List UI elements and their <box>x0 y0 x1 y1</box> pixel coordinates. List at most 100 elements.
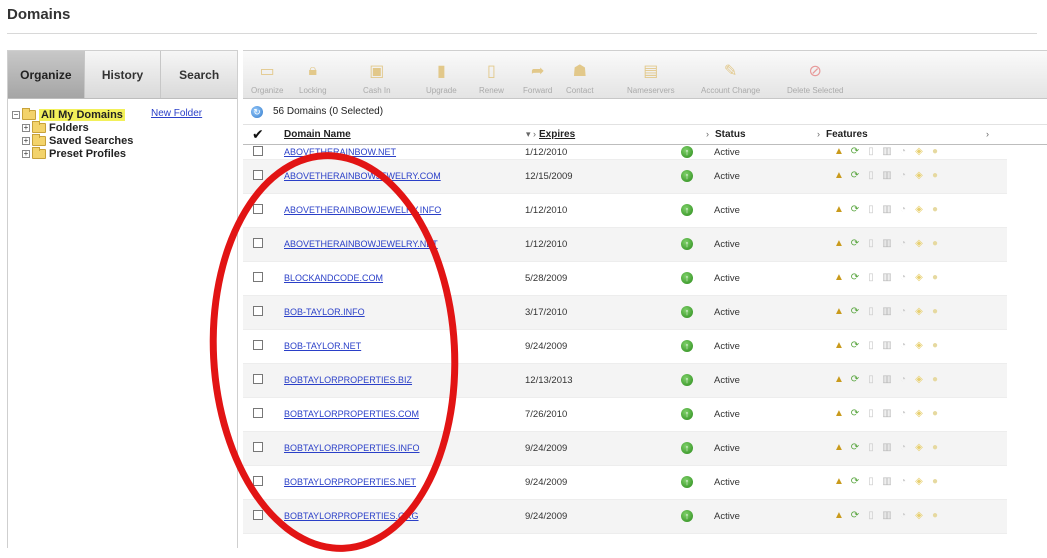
shield-icon[interactable]: ◈ <box>913 442 925 454</box>
domain-name-link[interactable]: BOB-TAYLOR.NET <box>284 341 361 351</box>
nameserver-book-icon[interactable]: ▥ <box>881 306 893 318</box>
lock-icon[interactable]: ▲ <box>833 238 845 250</box>
nameserver-book-icon[interactable]: ▥ <box>881 146 893 158</box>
row-checkbox[interactable] <box>253 238 263 248</box>
cash-in-button[interactable]: ▣ Cash In <box>363 57 391 95</box>
tree-node-label[interactable]: Folders <box>49 122 89 134</box>
new-folder-link[interactable]: New Folder <box>151 108 202 119</box>
domain-name-link[interactable]: BLOCKANDCODE.COM <box>284 273 383 283</box>
forwarding-icon[interactable]: ▯ <box>865 340 877 352</box>
nameserver-book-icon[interactable]: ▥ <box>881 510 893 522</box>
auto-renew-icon[interactable]: ⟳ <box>849 272 861 284</box>
domain-name-link[interactable]: ABOVETHERAINBOWJEWELRY.NET <box>284 239 438 249</box>
nameserver-book-icon[interactable]: ▥ <box>881 238 893 250</box>
domain-name-link[interactable]: BOBTAYLORPROPERTIES.INFO <box>284 443 420 453</box>
key-icon[interactable]: ◔ <box>897 238 909 250</box>
expand-icon[interactable]: + <box>22 136 30 145</box>
row-checkbox[interactable] <box>253 146 263 156</box>
lock-icon[interactable]: ▲ <box>833 340 845 352</box>
shield-icon[interactable]: ◈ <box>913 476 925 488</box>
tree-node-folders[interactable]: + Folders <box>8 120 237 134</box>
private-registration-icon[interactable]: ● <box>929 170 941 182</box>
row-checkbox[interactable] <box>253 170 263 180</box>
shield-icon[interactable]: ◈ <box>913 510 925 522</box>
auto-renew-icon[interactable]: ⟳ <box>849 146 861 158</box>
tree-node-saved-searches[interactable]: + Saved Searches <box>8 133 237 147</box>
forwarding-icon[interactable]: ▯ <box>865 374 877 386</box>
refresh-icon[interactable]: ↻ <box>251 105 263 118</box>
private-registration-icon[interactable]: ● <box>929 374 941 386</box>
key-icon[interactable]: ◔ <box>897 146 909 158</box>
key-icon[interactable]: ◔ <box>897 374 909 386</box>
tab-search[interactable]: Search <box>161 51 237 98</box>
auto-renew-icon[interactable]: ⟳ <box>849 442 861 454</box>
row-checkbox[interactable] <box>253 204 263 214</box>
tree-node-label[interactable]: Saved Searches <box>49 135 133 147</box>
account-change-button[interactable]: ✎ Account Change <box>701 57 760 95</box>
shield-icon[interactable]: ◈ <box>913 204 925 216</box>
delete-selected-button[interactable]: ⊘ Delete Selected <box>787 57 843 95</box>
private-registration-icon[interactable]: ● <box>929 510 941 522</box>
forwarding-icon[interactable]: ▯ <box>865 408 877 420</box>
locking-button[interactable]: 🔒︎ Locking <box>299 57 327 95</box>
lock-icon[interactable]: ▲ <box>833 374 845 386</box>
key-icon[interactable]: ◔ <box>897 340 909 352</box>
key-icon[interactable]: ◔ <box>897 170 909 182</box>
shield-icon[interactable]: ◈ <box>913 340 925 352</box>
row-checkbox[interactable] <box>253 442 263 452</box>
column-separator-icon[interactable]: › <box>817 129 820 139</box>
private-registration-icon[interactable]: ● <box>929 408 941 420</box>
key-icon[interactable]: ◔ <box>897 442 909 454</box>
tab-organize[interactable]: Organize <box>8 51 85 98</box>
nameserver-book-icon[interactable]: ▥ <box>881 340 893 352</box>
tree-node-all-domains[interactable]: − All My Domains <box>8 107 237 121</box>
auto-renew-icon[interactable]: ⟳ <box>849 238 861 250</box>
key-icon[interactable]: ◔ <box>897 408 909 420</box>
forwarding-icon[interactable]: ▯ <box>865 272 877 284</box>
private-registration-icon[interactable]: ● <box>929 306 941 318</box>
key-icon[interactable]: ◔ <box>897 510 909 522</box>
nameserver-book-icon[interactable]: ▥ <box>881 170 893 182</box>
forwarding-icon[interactable]: ▯ <box>865 170 877 182</box>
auto-renew-icon[interactable]: ⟳ <box>849 340 861 352</box>
shield-icon[interactable]: ◈ <box>913 306 925 318</box>
shield-icon[interactable]: ◈ <box>913 374 925 386</box>
lock-icon[interactable]: ▲ <box>833 510 845 522</box>
key-icon[interactable]: ◔ <box>897 272 909 284</box>
row-checkbox[interactable] <box>253 476 263 486</box>
lock-icon[interactable]: ▲ <box>833 272 845 284</box>
col-features[interactable]: Features <box>826 129 868 140</box>
nameserver-book-icon[interactable]: ▥ <box>881 442 893 454</box>
domain-name-link[interactable]: ABOVETHERAINBOWJEWELRY.INFO <box>284 205 441 215</box>
lock-icon[interactable]: ▲ <box>833 204 845 216</box>
auto-renew-icon[interactable]: ⟳ <box>849 374 861 386</box>
domain-name-link[interactable]: ABOVETHERAINBOWJEWELRY.COM <box>284 171 441 181</box>
expand-icon[interactable]: + <box>22 149 30 158</box>
nameserver-book-icon[interactable]: ▥ <box>881 408 893 420</box>
auto-renew-icon[interactable]: ⟳ <box>849 204 861 216</box>
nameserver-book-icon[interactable]: ▥ <box>881 476 893 488</box>
col-domain-name[interactable]: Domain Name <box>284 129 351 140</box>
private-registration-icon[interactable]: ● <box>929 476 941 488</box>
tab-history[interactable]: History <box>85 51 162 98</box>
row-checkbox[interactable] <box>253 408 263 418</box>
domain-name-link[interactable]: BOBTAYLORPROPERTIES.BIZ <box>284 375 412 385</box>
auto-renew-icon[interactable]: ⟳ <box>849 476 861 488</box>
sort-arrows-icon[interactable]: ▾ › <box>526 129 536 140</box>
nameserver-book-icon[interactable]: ▥ <box>881 204 893 216</box>
nameservers-button[interactable]: ▤ Nameservers <box>627 57 675 95</box>
shield-icon[interactable]: ◈ <box>913 170 925 182</box>
column-separator-icon[interactable]: › <box>706 129 709 139</box>
tree-node-label[interactable]: Preset Profiles <box>49 148 126 160</box>
key-icon[interactable]: ◔ <box>897 476 909 488</box>
col-expires[interactable]: Expires <box>539 129 575 140</box>
shield-icon[interactable]: ◈ <box>913 408 925 420</box>
forwarding-icon[interactable]: ▯ <box>865 204 877 216</box>
row-checkbox[interactable] <box>253 306 263 316</box>
forwarding-icon[interactable]: ▯ <box>865 306 877 318</box>
private-registration-icon[interactable]: ● <box>929 272 941 284</box>
forwarding-icon[interactable]: ▯ <box>865 442 877 454</box>
forward-button[interactable]: ➦ Forward <box>523 57 552 95</box>
auto-renew-icon[interactable]: ⟳ <box>849 170 861 182</box>
row-checkbox[interactable] <box>253 272 263 282</box>
